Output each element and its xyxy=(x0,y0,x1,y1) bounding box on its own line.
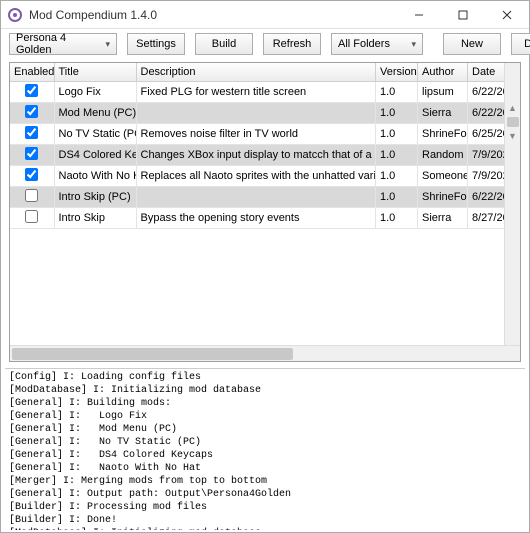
folder-dropdown-label: All Folders xyxy=(338,38,405,50)
log-line: [Builder] I: Processing mod files xyxy=(9,501,521,514)
horizontal-scrollbar[interactable] xyxy=(10,345,520,361)
col-author[interactable]: Author xyxy=(418,63,468,82)
log-line: [General] I: Logo Fix xyxy=(9,410,521,423)
log-line: [General] I: Output path: Output\Persona… xyxy=(9,488,521,501)
chevron-down-icon: ▾ xyxy=(105,39,110,50)
cell-title[interactable]: Logo Fix xyxy=(54,82,136,103)
enabled-checkbox[interactable] xyxy=(25,189,38,202)
close-button[interactable] xyxy=(485,1,529,29)
cell-enabled[interactable] xyxy=(10,145,54,166)
window-controls xyxy=(397,1,529,29)
cell-title[interactable]: DS4 Colored Keycaps xyxy=(54,145,136,166)
cell-enabled[interactable] xyxy=(10,124,54,145)
col-description[interactable]: Description xyxy=(136,63,376,82)
cell-title[interactable]: Intro Skip xyxy=(54,208,136,229)
table-row[interactable]: Logo FixFixed PLG for western title scre… xyxy=(10,82,520,103)
enabled-checkbox[interactable] xyxy=(25,147,38,160)
mod-table: Enabled Title Description Version Author… xyxy=(10,63,520,229)
table-row[interactable]: DS4 Colored KeycapsChanges XBox input di… xyxy=(10,145,520,166)
toolbar: Persona 4 Golden ▾ Settings Build Refres… xyxy=(1,29,529,59)
cell-author[interactable]: Someone xyxy=(418,166,468,187)
settings-button[interactable]: Settings xyxy=(127,33,185,55)
game-dropdown-label: Persona 4 Golden xyxy=(16,32,99,56)
cell-author[interactable]: Sierra xyxy=(418,103,468,124)
cell-version[interactable]: 1.0 xyxy=(376,145,418,166)
cell-version[interactable]: 1.0 xyxy=(376,124,418,145)
vertical-scrollbar[interactable]: ▲ ▼ xyxy=(504,63,520,345)
build-button[interactable]: Build xyxy=(195,33,253,55)
col-version[interactable]: Version xyxy=(376,63,418,82)
table-row[interactable]: Mod Menu (PC)1.0Sierra6/22/2020 xyxy=(10,103,520,124)
grid-empty-area[interactable] xyxy=(10,229,520,345)
cell-description[interactable]: Replaces all Naoto sprites with the unha… xyxy=(136,166,376,187)
cell-enabled[interactable] xyxy=(10,166,54,187)
log-line: [General] I: Building mods: xyxy=(9,397,521,410)
new-button[interactable]: New xyxy=(443,33,501,55)
cell-title[interactable]: No TV Static (PC) xyxy=(54,124,136,145)
log-line: [Merger] I: Merging mods from top to bot… xyxy=(9,475,521,488)
cell-title[interactable]: Mod Menu (PC) xyxy=(54,103,136,124)
cell-description[interactable] xyxy=(136,187,376,208)
cell-version[interactable]: 1.0 xyxy=(376,166,418,187)
cell-description[interactable]: Removes noise filter in TV world xyxy=(136,124,376,145)
log-line: [ModDatabase] I: Initializing mod databa… xyxy=(9,384,521,397)
table-row[interactable]: Intro SkipBypass the opening story event… xyxy=(10,208,520,229)
enabled-checkbox[interactable] xyxy=(25,105,38,118)
app-window: Mod Compendium 1.4.0 Persona 4 Golden ▾ … xyxy=(0,0,530,533)
titlebar: Mod Compendium 1.4.0 xyxy=(1,1,529,29)
mod-grid[interactable]: Enabled Title Description Version Author… xyxy=(9,62,521,362)
delete-button[interactable]: Delete xyxy=(511,33,530,55)
scrollbar-thumb[interactable] xyxy=(12,348,293,360)
scroll-down-icon[interactable]: ▼ xyxy=(508,131,517,141)
enabled-checkbox[interactable] xyxy=(25,126,38,139)
cell-author[interactable]: Sierra xyxy=(418,208,468,229)
table-header-row: Enabled Title Description Version Author… xyxy=(10,63,520,82)
window-title: Mod Compendium 1.4.0 xyxy=(29,8,397,22)
table-row[interactable]: Intro Skip (PC)1.0ShrineFox6/22/2020 xyxy=(10,187,520,208)
cell-description[interactable]: Changes XBox input display to matcch tha… xyxy=(136,145,376,166)
log-line: [General] I: DS4 Colored Keycaps xyxy=(9,449,521,462)
log-line: [Config] I: Loading config files xyxy=(9,371,521,384)
log-output[interactable]: [Config] I: Loading config files[ModData… xyxy=(5,368,525,530)
app-icon xyxy=(7,7,23,23)
cell-version[interactable]: 1.0 xyxy=(376,187,418,208)
cell-enabled[interactable] xyxy=(10,208,54,229)
cell-title[interactable]: Intro Skip (PC) xyxy=(54,187,136,208)
cell-enabled[interactable] xyxy=(10,187,54,208)
chevron-down-icon: ▾ xyxy=(411,39,416,50)
cell-description[interactable] xyxy=(136,103,376,124)
scrollbar-knob[interactable] xyxy=(507,117,519,127)
cell-description[interactable]: Bypass the opening story events xyxy=(136,208,376,229)
cell-author[interactable]: ShrineFox xyxy=(418,187,468,208)
table-row[interactable]: Naoto With No HatReplaces all Naoto spri… xyxy=(10,166,520,187)
game-dropdown[interactable]: Persona 4 Golden ▾ xyxy=(9,33,117,55)
enabled-checkbox[interactable] xyxy=(25,84,38,97)
log-line: [General] I: Naoto With No Hat xyxy=(9,462,521,475)
col-enabled[interactable]: Enabled xyxy=(10,63,54,82)
refresh-button[interactable]: Refresh xyxy=(263,33,321,55)
enabled-checkbox[interactable] xyxy=(25,168,38,181)
cell-title[interactable]: Naoto With No Hat xyxy=(54,166,136,187)
log-line: [General] I: No TV Static (PC) xyxy=(9,436,521,449)
cell-version[interactable]: 1.0 xyxy=(376,82,418,103)
scroll-up-icon[interactable]: ▲ xyxy=(508,103,517,113)
cell-author[interactable]: lipsum xyxy=(418,82,468,103)
enabled-checkbox[interactable] xyxy=(25,210,38,223)
cell-version[interactable]: 1.0 xyxy=(376,208,418,229)
minimize-button[interactable] xyxy=(397,1,441,29)
col-title[interactable]: Title xyxy=(54,63,136,82)
cell-enabled[interactable] xyxy=(10,103,54,124)
table-row[interactable]: No TV Static (PC)Removes noise filter in… xyxy=(10,124,520,145)
log-line: [ModDatabase] I: Initializing mod databa… xyxy=(9,527,521,530)
cell-enabled[interactable] xyxy=(10,82,54,103)
maximize-button[interactable] xyxy=(441,1,485,29)
folder-dropdown[interactable]: All Folders ▾ xyxy=(331,33,423,55)
log-line: [Builder] I: Done! xyxy=(9,514,521,527)
cell-version[interactable]: 1.0 xyxy=(376,103,418,124)
log-line: [General] I: Mod Menu (PC) xyxy=(9,423,521,436)
cell-author[interactable]: Random xyxy=(418,145,468,166)
cell-author[interactable]: ShrineFox xyxy=(418,124,468,145)
cell-description[interactable]: Fixed PLG for western title screen xyxy=(136,82,376,103)
